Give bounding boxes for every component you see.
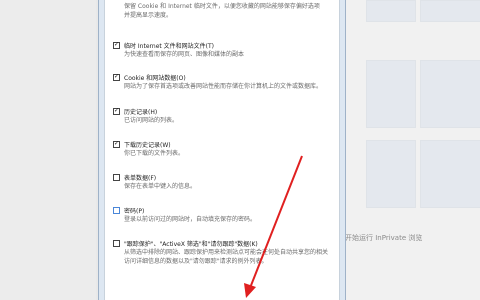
option-label: "跟踪保护"、"ActiveX 筛选"和"请勿跟踪"数据(K) <box>124 240 258 248</box>
new-tab-tile[interactable] <box>420 140 480 208</box>
option-tracking-protection: "跟踪保护"、"ActiveX 筛选"和"请勿跟踪"数据(K) 从筛选中排除的网… <box>113 238 335 266</box>
new-tab-tile[interactable] <box>366 60 416 128</box>
passwords-checkbox[interactable] <box>113 206 120 214</box>
history-checkbox[interactable]: ✓ <box>113 107 120 115</box>
preserve-favorites-description: 保留 Cookie 和 Internet 临时文件，以便您收藏的网站能够保存偏好… <box>124 3 320 19</box>
option-description: 登录以前访问过的网站时，自动填充保存的密码。 <box>124 216 257 223</box>
form-data-checkbox[interactable] <box>113 173 120 181</box>
option-temp-files: ✓ 临时 Internet 文件和网站文件(T) 为快速查看而保存的网页、图像和… <box>113 40 335 59</box>
option-label: Cookie 和网站数据(O) <box>124 74 186 82</box>
new-tab-tile[interactable] <box>366 0 416 22</box>
option-description: 你已下载的文件列表。 <box>124 150 185 157</box>
option-label: 临时 Internet 文件和网站文件(T) <box>124 42 214 50</box>
cookies-checkbox[interactable]: ✓ <box>113 73 120 81</box>
new-tab-tile[interactable] <box>366 140 416 208</box>
option-label: 密码(P) <box>124 207 145 215</box>
new-tab-tile[interactable] <box>420 60 480 128</box>
option-passwords: 密码(P) 登录以前访问过的网站时，自动填充保存的密码。 <box>113 205 335 224</box>
option-label: 下载历史记录(W) <box>124 141 171 149</box>
option-cookies: ✓ Cookie 和网站数据(O) 网站为了保存首选项或改善网站性能而存储在你计… <box>113 72 335 91</box>
option-download-history: ✓ 下载历史记录(W) 你已下载的文件列表。 <box>113 139 335 158</box>
option-label: 历史记录(H) <box>124 108 158 116</box>
option-description: 从筛选中排除的网站、跟踪保护用来检测站点可能会在何处自动共享您的相关访问详细信息… <box>124 249 329 265</box>
option-description: 网站为了保存首选项或改善网站性能而存储在你计算机上的文件或数据库。 <box>124 83 323 90</box>
download-history-checkbox[interactable]: ✓ <box>113 140 120 148</box>
option-history: ✓ 历史记录(H) 已访问网站的列表。 <box>113 106 335 125</box>
temp-files-checkbox[interactable]: ✓ <box>113 41 120 49</box>
browser-left-area <box>0 0 96 300</box>
option-label: 表单数据(F) <box>124 174 157 182</box>
new-tab-tile[interactable] <box>420 0 480 22</box>
option-description: 为快速查看而保存的网页、图像和媒体的副本 <box>124 51 245 58</box>
inprivate-link[interactable]: 开始运行 InPrivate 浏览 <box>345 233 422 243</box>
tracking-protection-checkbox[interactable] <box>113 239 120 247</box>
option-description: 保存在表单中键入的信息。 <box>124 183 197 190</box>
option-form-data: 表单数据(F) 保存在表单中键入的信息。 <box>113 172 335 191</box>
option-description: 已访问网站的列表。 <box>124 117 179 124</box>
